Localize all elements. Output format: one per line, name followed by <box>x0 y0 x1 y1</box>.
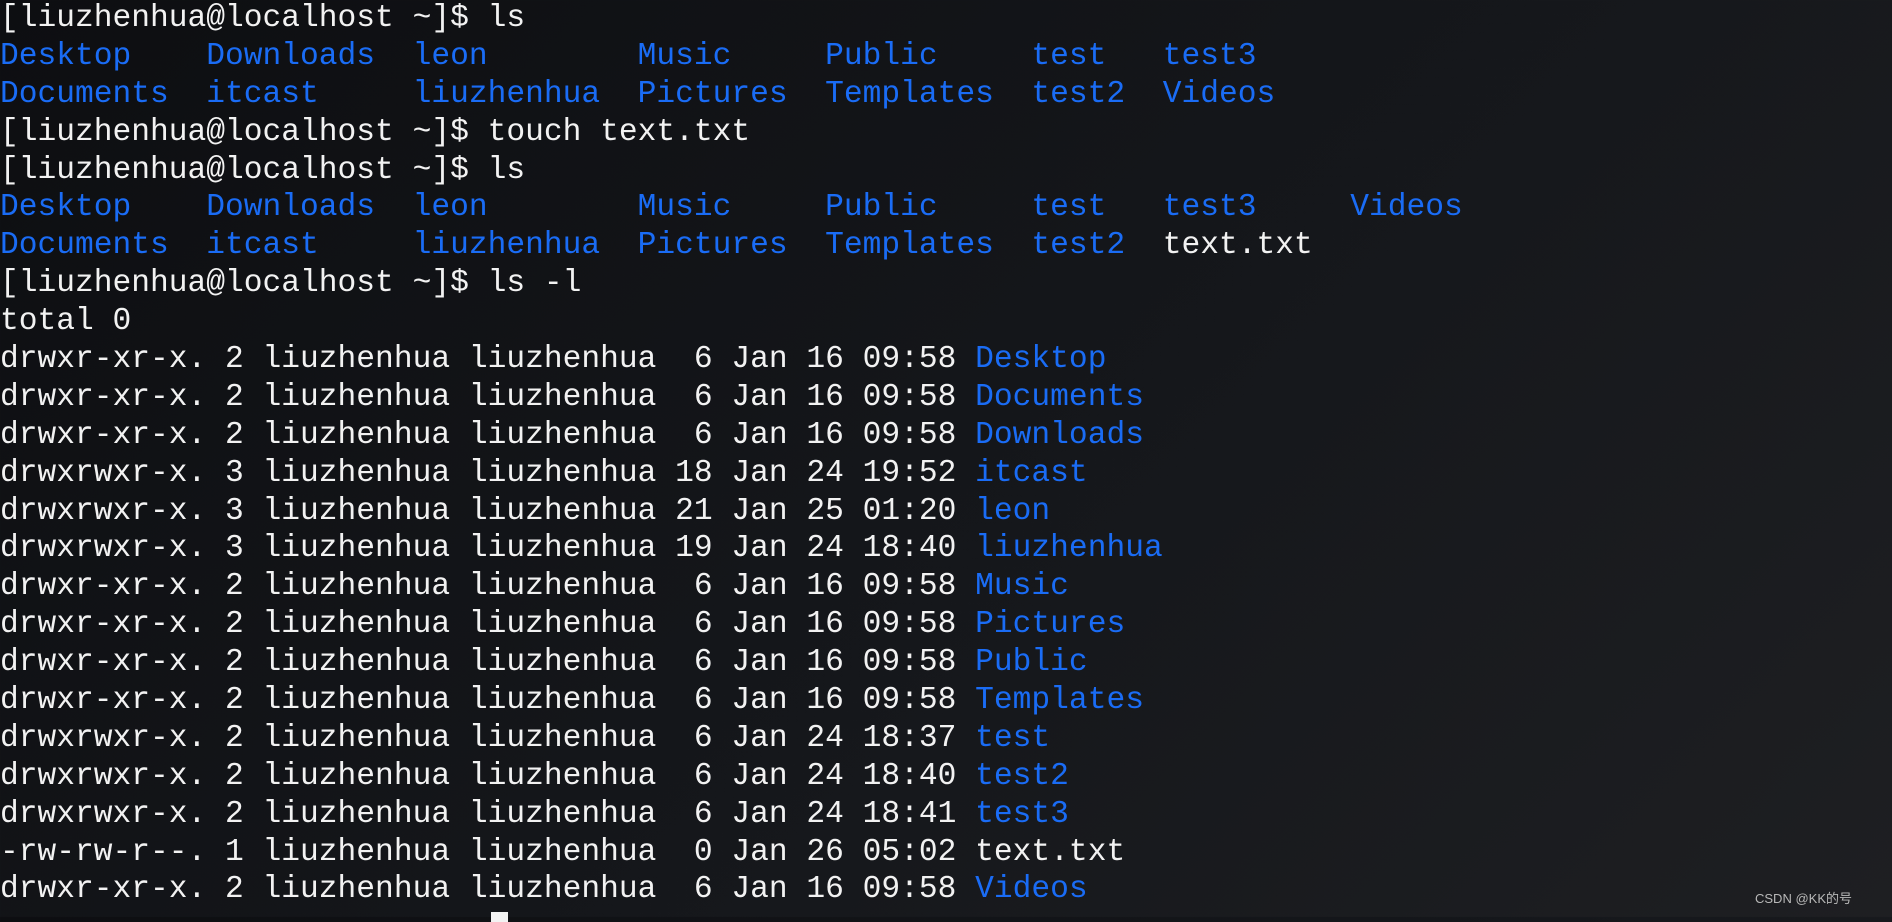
directory-name: Videos <box>975 872 1088 908</box>
terminal-text: text.txt <box>1162 228 1313 264</box>
terminal-line: drwxr-xr-x. 2 liuzhenhua liuzhenhua 6 Ja… <box>0 568 1463 606</box>
terminal-text: [liuzhenhua@localhost ~]$ ls <box>0 152 526 188</box>
terminal-line: -rw-rw-r--. 1 liuzhenhua liuzhenhua 0 Ja… <box>0 834 1463 872</box>
terminal-text: drwxr-xr-x. 2 liuzhenhua liuzhenhua 6 Ja… <box>0 342 976 378</box>
terminal-line: drwxr-xr-x. 2 liuzhenhua liuzhenhua 6 Ja… <box>0 644 1463 682</box>
directory-name: Music <box>975 569 1069 605</box>
terminal-cursor <box>491 912 508 922</box>
directory-name: Documents <box>975 379 1144 415</box>
terminal-text: drwxr-xr-x. 2 liuzhenhua liuzhenhua 6 Ja… <box>0 683 976 719</box>
terminal-line: drwxrwxr-x. 2 liuzhenhua liuzhenhua 6 Ja… <box>0 796 1463 834</box>
directory-name: test3 <box>975 796 1069 832</box>
directory-name: test2 <box>975 758 1069 794</box>
terminal-text: total 0 <box>0 304 132 340</box>
terminal-text: drwxr-xr-x. 2 liuzhenhua liuzhenhua 6 Ja… <box>0 607 976 643</box>
directory-name: leon <box>975 493 1051 529</box>
terminal-line: drwxr-xr-x. 2 liuzhenhua liuzhenhua 6 Ja… <box>0 417 1463 455</box>
watermark: CSDN @KK的号 <box>1755 891 1852 906</box>
terminal-text: drwxrwxr-x. 3 liuzhenhua liuzhenhua 18 J… <box>0 455 976 491</box>
directory-name: Documents itcast liuzhenhua Pictures Tem… <box>0 228 1163 264</box>
terminal-text: drwxr-xr-x. 2 liuzhenhua liuzhenhua 6 Ja… <box>0 645 976 681</box>
directory-name: itcast <box>975 455 1088 491</box>
terminal-line: drwxrwxr-x. 3 liuzhenhua liuzhenhua 19 J… <box>0 530 1463 568</box>
terminal-line: drwxrwxr-x. 3 liuzhenhua liuzhenhua 21 J… <box>0 493 1463 531</box>
terminal-line: [liuzhenhua@localhost ~]$ ls -l <box>0 265 1463 303</box>
terminal-line: drwxr-xr-x. 2 liuzhenhua liuzhenhua 6 Ja… <box>0 871 1463 909</box>
terminal-line: [liuzhenhua@localhost ~]$ touch text.txt <box>0 114 1463 152</box>
terminal-line: drwxrwxr-x. 2 liuzhenhua liuzhenhua 6 Ja… <box>0 720 1463 758</box>
terminal-text: -rw-rw-r--. 1 liuzhenhua liuzhenhua 0 Ja… <box>0 834 976 870</box>
directory-name: Templates <box>975 683 1144 719</box>
terminal-text: drwxrwxr-x. 2 liuzhenhua liuzhenhua 6 Ja… <box>0 796 976 832</box>
terminal-line: drwxrwxr-x. 3 liuzhenhua liuzhenhua 18 J… <box>0 455 1463 493</box>
terminal-text: [liuzhenhua@localhost ~]$ ls <box>0 1 526 36</box>
terminal-text: text.txt <box>975 834 1126 870</box>
terminal-output[interactable]: [liuzhenhua@localhost ~]$ ls Desktop Down… <box>0 0 1463 909</box>
terminal-line: Documents itcast liuzhenhua Pictures Tem… <box>0 227 1463 265</box>
directory-name: Desktop Downloads leon Music Public test… <box>0 38 1257 74</box>
terminal-line: drwxr-xr-x. 2 liuzhenhua liuzhenhua 6 Ja… <box>0 379 1463 417</box>
terminal-text: drwxrwxr-x. 2 liuzhenhua liuzhenhua 6 Ja… <box>0 758 976 794</box>
directory-name: Downloads <box>975 417 1144 453</box>
terminal-text: [liuzhenhua@localhost ~]$ touch text.txt <box>0 114 751 150</box>
terminal-text: drwxr-xr-x. 2 liuzhenhua liuzhenhua 6 Ja… <box>0 569 976 605</box>
terminal-text: drwxr-xr-x. 2 liuzhenhua liuzhenhua 6 Ja… <box>0 872 976 908</box>
terminal-line: Desktop Downloads leon Music Public test… <box>0 38 1463 76</box>
terminal-line: drwxrwxr-x. 2 liuzhenhua liuzhenhua 6 Ja… <box>0 758 1463 796</box>
directory-name: Desktop Downloads leon Music Public test… <box>0 190 1463 226</box>
terminal-text: drwxr-xr-x. 2 liuzhenhua liuzhenhua 6 Ja… <box>0 417 976 453</box>
directory-name: Documents itcast liuzhenhua Pictures Tem… <box>0 76 1276 112</box>
terminal-line: Documents itcast liuzhenhua Pictures Tem… <box>0 76 1463 114</box>
terminal-line: drwxr-xr-x. 2 liuzhenhua liuzhenhua 6 Ja… <box>0 341 1463 379</box>
terminal-line: total 0 <box>0 303 1463 341</box>
directory-name: test <box>975 720 1051 756</box>
terminal-line: [liuzhenhua@localhost ~]$ ls <box>0 152 1463 190</box>
terminal-text: [liuzhenhua@localhost ~]$ ls -l <box>0 266 582 302</box>
directory-name: Pictures <box>975 607 1126 643</box>
terminal-text: drwxr-xr-x. 2 liuzhenhua liuzhenhua 6 Ja… <box>0 379 976 415</box>
directory-name: Desktop <box>975 342 1107 378</box>
terminal-text: drwxrwxr-x. 3 liuzhenhua liuzhenhua 21 J… <box>0 493 976 529</box>
terminal-line: drwxr-xr-x. 2 liuzhenhua liuzhenhua 6 Ja… <box>0 682 1463 720</box>
terminal-line: Desktop Downloads leon Music Public test… <box>0 189 1463 227</box>
terminal-line: [liuzhenhua@localhost ~]$ ls <box>0 0 1463 38</box>
directory-name: Public <box>975 645 1088 681</box>
terminal-line: drwxr-xr-x. 2 liuzhenhua liuzhenhua 6 Ja… <box>0 606 1463 644</box>
directory-name: liuzhenhua <box>975 531 1163 567</box>
terminal-text: drwxrwxr-x. 2 liuzhenhua liuzhenhua 6 Ja… <box>0 720 976 756</box>
terminal-text: drwxrwxr-x. 3 liuzhenhua liuzhenhua 19 J… <box>0 531 976 567</box>
